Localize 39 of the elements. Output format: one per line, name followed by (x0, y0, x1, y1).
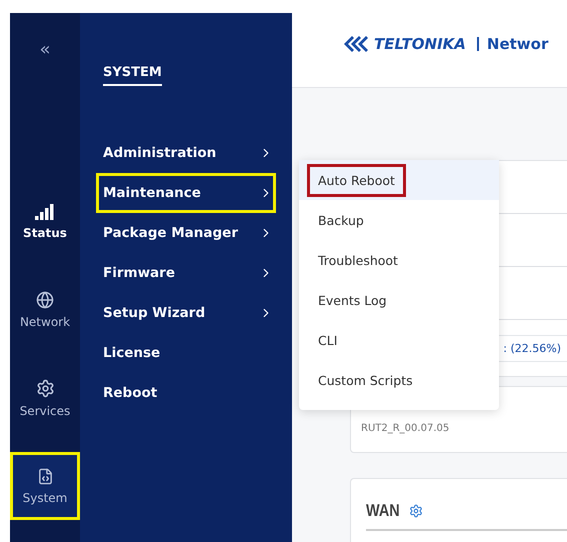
wan-title: WAN (366, 501, 400, 521)
nav-item[interactable]: Status (10, 178, 80, 266)
gear-icon[interactable] (408, 504, 423, 518)
menu-label: Custom Scripts (317, 372, 414, 390)
submenu-item[interactable]: License (96, 333, 276, 373)
menu-item[interactable]: Troubleshoot (299, 240, 499, 280)
submenu-item[interactable]: Package Manager (96, 213, 276, 253)
firmware-text: RUT2_R_00.07.05 (360, 422, 450, 436)
nav-label: System (22, 490, 68, 504)
file-code-icon (36, 468, 54, 484)
submenu-item[interactable]: Setup Wizard (96, 293, 276, 333)
menu-label: Troubleshoot (317, 252, 399, 270)
menu-item[interactable]: Events Log (299, 280, 499, 320)
logo-icon (343, 34, 369, 52)
menu-label: Events Log (317, 292, 388, 310)
menu-label: CLI (317, 332, 338, 350)
menu-item[interactable]: Custom Scripts (299, 360, 499, 400)
nav-item[interactable]: Services (10, 354, 80, 442)
menu-item[interactable]: Auto Reboot (299, 160, 499, 200)
submenu-title: SYSTEM (103, 65, 162, 86)
submenu-item[interactable]: Maintenance (96, 173, 276, 213)
submenu-item[interactable]: Firmware (96, 253, 276, 293)
menu-label: Backup (317, 212, 365, 230)
globe-icon (36, 291, 54, 309)
nav-item[interactable]: Network (10, 266, 80, 354)
nav-label: Network (20, 315, 70, 329)
menu-label: Auto Reboot (307, 164, 406, 196)
gear-icon (36, 378, 54, 398)
menu-item[interactable]: Backup (299, 200, 499, 240)
signal-icon (35, 204, 55, 220)
product-name: Networ (476, 36, 548, 50)
brand-name: TELTONIKA (374, 34, 466, 52)
menu-item[interactable]: CLI (299, 320, 499, 360)
nav-item[interactable]: System (10, 452, 80, 520)
nav-label: Status (23, 226, 67, 240)
submenu-item[interactable]: Administration (96, 133, 276, 173)
submenu-item[interactable]: Reboot (96, 373, 276, 413)
nav-label: Services (20, 404, 70, 418)
collapse-button[interactable]: « (39, 39, 50, 60)
